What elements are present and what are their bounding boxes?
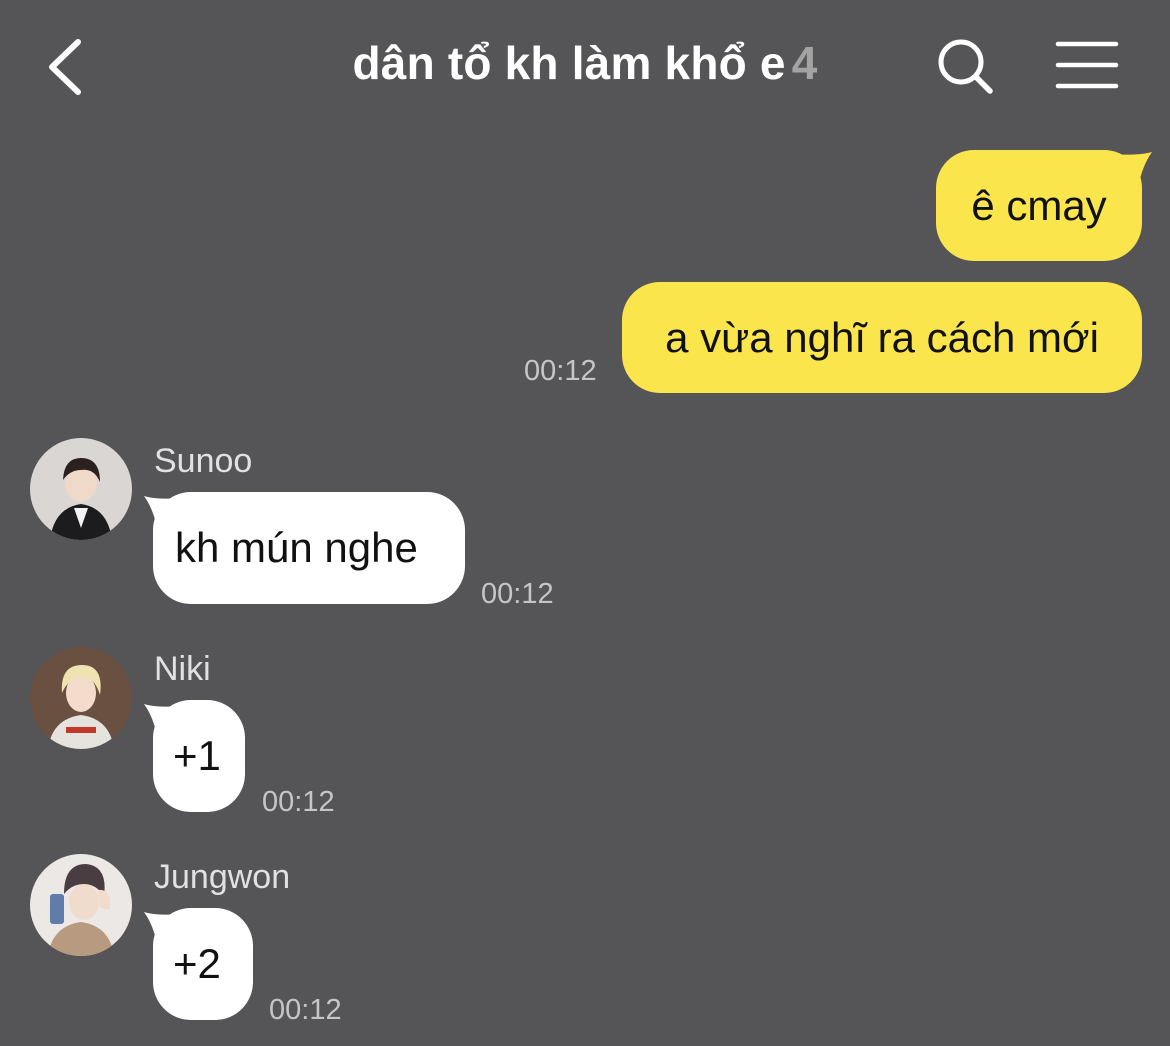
message-text: kh mún nghe	[175, 524, 418, 571]
avatar-jungwon[interactable]	[30, 854, 132, 956]
message-time: 00:12	[524, 355, 597, 387]
message-time: 00:12	[262, 786, 335, 818]
member-count: 4	[791, 37, 818, 89]
their-message-bubble[interactable]: +1	[153, 700, 245, 812]
bubble-tail	[1108, 152, 1152, 188]
their-message-bubble[interactable]: kh mún nghe	[153, 492, 465, 604]
message-time: 00:12	[269, 994, 342, 1026]
avatar-niki[interactable]	[30, 647, 132, 749]
chevron-left-icon	[49, 39, 81, 95]
sender-name: Jungwon	[154, 858, 291, 896]
chat-header: dân tổ kh làm khổ e4	[0, 0, 1170, 130]
chat-screen: dân tổ kh làm khổ e4 ê cmay a vừa nghĩ r…	[0, 0, 1170, 1046]
message-text: a vừa nghĩ ra cách mới	[665, 313, 1099, 361]
message-text: +1	[173, 732, 221, 779]
search-button[interactable]	[932, 36, 998, 96]
message-text: +2	[173, 940, 221, 987]
message-time: 00:12	[481, 578, 554, 610]
chat-title-text: dân tổ kh làm khổ e	[352, 37, 786, 89]
sender-name: Sunoo	[154, 442, 253, 480]
search-icon	[938, 39, 993, 94]
menu-button[interactable]	[1050, 36, 1124, 94]
my-message-bubble[interactable]: a vừa nghĩ ra cách mới	[622, 282, 1142, 393]
message-text: ê cmay	[971, 181, 1107, 229]
hamburger-menu-icon	[1055, 41, 1119, 89]
avatar-sunoo[interactable]	[30, 438, 132, 540]
back-button[interactable]	[38, 34, 94, 100]
their-message-bubble[interactable]: +2	[153, 908, 253, 1020]
sender-name: Niki	[154, 650, 211, 688]
